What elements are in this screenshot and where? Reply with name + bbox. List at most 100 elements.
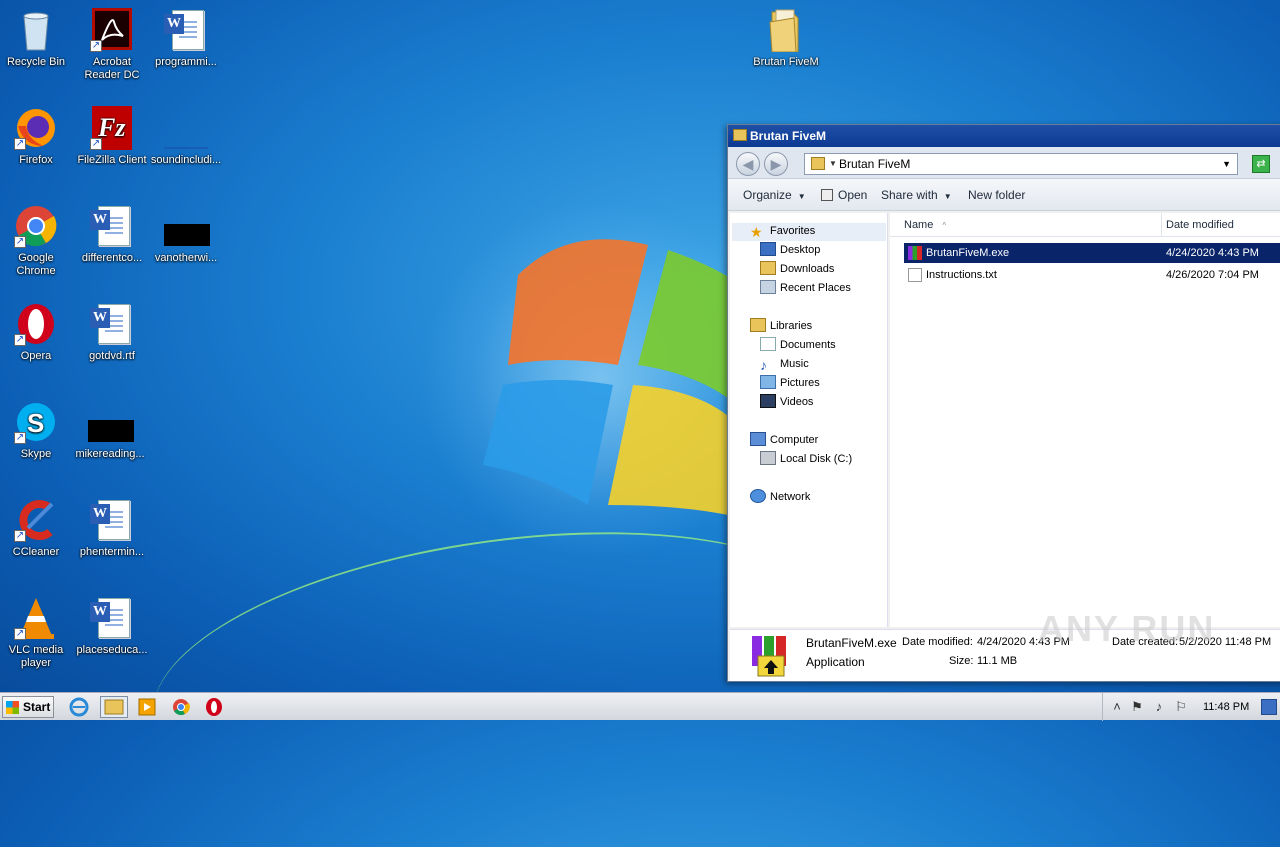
desktop-icon-phentermin[interactable]: W phentermin... xyxy=(74,498,150,559)
breadcrumb-current[interactable]: Brutan FiveM xyxy=(839,157,910,171)
open-button[interactable]: Open xyxy=(821,179,867,211)
internet-explorer-icon xyxy=(69,697,89,717)
address-dropdown-icon[interactable]: ▼ xyxy=(1222,154,1231,174)
word-doc-icon: W xyxy=(90,302,134,346)
nav-computer[interactable]: Computer xyxy=(750,431,818,450)
desktop-icon-opera[interactable]: ↗ Opera xyxy=(0,302,74,363)
back-button[interactable]: ◀ xyxy=(736,152,760,176)
firefox-icon: ↗ xyxy=(14,106,58,150)
start-button[interactable]: Start xyxy=(2,696,54,718)
text-file-icon xyxy=(908,268,922,282)
organize-label: Organize xyxy=(743,188,792,202)
desktop-icon-firefox[interactable]: ↗ Firefox xyxy=(0,106,74,167)
clock[interactable]: 11:48 PM xyxy=(1203,693,1249,721)
share-with-label: Share with xyxy=(881,188,938,202)
desktop-icon-programmi[interactable]: W programmi... xyxy=(148,8,224,69)
videos-icon xyxy=(760,394,776,408)
column-header-date-modified[interactable]: Date modified xyxy=(1162,213,1280,237)
flag-icon[interactable]: ⚐ xyxy=(1173,699,1189,715)
navigation-pane[interactable]: ★ Favorites Desktop Downloads Recent Plac… xyxy=(730,213,888,627)
taskbar-explorer[interactable] xyxy=(100,696,128,718)
nav-local-disk[interactable]: Local Disk (C:) xyxy=(760,450,852,469)
window-titlebar[interactable]: Brutan FiveM xyxy=(728,125,1280,147)
nav-videos[interactable]: Videos xyxy=(760,393,813,412)
address-bar-area: ◀ ▶ ▼ Brutan FiveM ▼ ⇄ xyxy=(728,147,1280,179)
acrobat-icon: ↗ xyxy=(90,8,134,52)
desktop-icon-vlc[interactable]: ↗ VLC media player xyxy=(0,596,74,670)
desktop-icon-differentco[interactable]: W differentco... xyxy=(74,204,150,265)
black-thumbnail-icon xyxy=(164,204,210,248)
nav-network[interactable]: Network xyxy=(750,488,810,507)
chrome-icon xyxy=(173,699,190,716)
file-date: 4/24/2020 4:43 PM xyxy=(1166,247,1259,259)
nav-music[interactable]: ♪ Music xyxy=(760,355,809,374)
breadcrumb-chevron-icon[interactable]: ▼ xyxy=(829,154,837,174)
desktop-icon-vanotherwi[interactable]: vanotherwi... xyxy=(148,204,224,265)
file-row-brutanfivem-exe[interactable]: BrutanFiveM.exe 4/24/2020 4:43 PM xyxy=(904,243,1280,263)
taskbar-chrome[interactable] xyxy=(170,696,192,718)
opera-icon: ↗ xyxy=(14,302,58,346)
shortcut-arrow-icon: ↗ xyxy=(14,432,26,444)
desktop-icon-skype[interactable]: S ↗ Skype xyxy=(0,400,74,461)
desktop-icon-recycle-bin[interactable]: Recycle Bin xyxy=(0,8,74,69)
svg-text:S: S xyxy=(27,408,44,438)
desktop-icon-placeseduca[interactable]: W placeseduca... xyxy=(74,596,150,657)
downloads-folder-icon xyxy=(760,261,776,275)
anyrun-watermark: ANY RUN xyxy=(1038,608,1216,649)
shortcut-arrow-icon: ↗ xyxy=(14,530,26,542)
winrar-archive-icon xyxy=(752,636,786,677)
desktop-icon-mikereading[interactable]: mikereading... xyxy=(72,400,148,461)
nav-recent-places[interactable]: Recent Places xyxy=(760,279,851,298)
desktop-icon-gotdvd[interactable]: W gotdvd.rtf xyxy=(74,302,150,363)
details-size: 11.1 MB xyxy=(977,655,1018,667)
nav-downloads[interactable]: Downloads xyxy=(760,260,834,279)
nav-desktop[interactable]: Desktop xyxy=(760,241,820,260)
explorer-window[interactable]: Brutan FiveM ◀ ▶ ▼ Brutan FiveM ▼ ⇄ Orga… xyxy=(727,124,1280,682)
nav-pictures[interactable]: Pictures xyxy=(760,374,820,393)
libraries-icon xyxy=(750,318,766,332)
show-hidden-icons-chevron-icon[interactable]: ˄ xyxy=(1109,699,1125,715)
desktop-icon-chrome[interactable]: ↗ Google Chrome xyxy=(0,204,74,278)
folder-icon xyxy=(811,157,825,170)
shortcut-arrow-icon: ↗ xyxy=(14,138,26,150)
documents-icon xyxy=(760,337,776,351)
file-row-instructions-txt[interactable]: Instructions.txt 4/26/2020 7:04 PM xyxy=(904,265,1280,285)
details-size-label: Size: xyxy=(949,655,974,667)
pictures-icon xyxy=(760,375,776,389)
taskbar-media-player[interactable] xyxy=(136,696,158,718)
file-list-pane[interactable]: Name ^ Date modified BrutanFiveM.exe 4/2… xyxy=(890,213,1280,627)
desktop-icon-acrobat[interactable]: ↗ Acrobat Reader DC xyxy=(74,8,150,82)
details-date-modified-label: Date modified: xyxy=(902,636,973,648)
nav-favorites[interactable]: ★ Favorites xyxy=(750,222,815,241)
volume-icon[interactable]: ♪ xyxy=(1151,699,1167,715)
word-doc-icon: W xyxy=(164,8,208,52)
desktop-icon-ccleaner[interactable]: ↗ CCleaner xyxy=(0,498,74,559)
forward-button[interactable]: ▶ xyxy=(764,152,788,176)
address-field[interactable]: ▼ Brutan FiveM ▼ xyxy=(804,153,1238,175)
drive-icon xyxy=(760,451,776,465)
refresh-button[interactable]: ⇄ xyxy=(1252,155,1270,173)
taskbar-internet-explorer[interactable] xyxy=(68,696,90,718)
ccleaner-icon: ↗ xyxy=(14,498,58,542)
desktop-icon-brutan-fivem-folder[interactable]: Brutan FiveM xyxy=(748,8,824,69)
column-header-name[interactable]: Name ^ xyxy=(890,213,1162,237)
nav-libraries[interactable]: Libraries xyxy=(750,317,812,336)
shortcut-arrow-icon: ↗ xyxy=(14,628,26,640)
new-folder-button[interactable]: New folder xyxy=(968,179,1025,211)
taskbar-opera[interactable] xyxy=(203,696,225,718)
recent-places-icon xyxy=(760,280,776,294)
organize-button[interactable]: Organize ▼ xyxy=(743,179,806,211)
sort-ascending-icon: ^ xyxy=(942,221,947,230)
black-thumbnail-icon xyxy=(88,400,134,444)
share-with-button[interactable]: Share with ▼ xyxy=(881,179,952,211)
desktop-icon-soundincludi[interactable]: soundincludi... xyxy=(148,106,224,167)
desktop-icon-filezilla[interactable]: Fz ↗ FileZilla Client xyxy=(74,106,150,167)
show-desktop-icon[interactable] xyxy=(1261,699,1277,715)
action-center-icon[interactable]: ⚑ xyxy=(1129,699,1145,715)
nav-documents[interactable]: Documents xyxy=(760,336,836,355)
vlc-icon: ↗ xyxy=(14,596,58,640)
folder-icon xyxy=(733,129,747,141)
folder-icon xyxy=(104,699,124,715)
details-type: Application xyxy=(806,655,865,669)
file-date: 4/26/2020 7:04 PM xyxy=(1166,269,1259,281)
